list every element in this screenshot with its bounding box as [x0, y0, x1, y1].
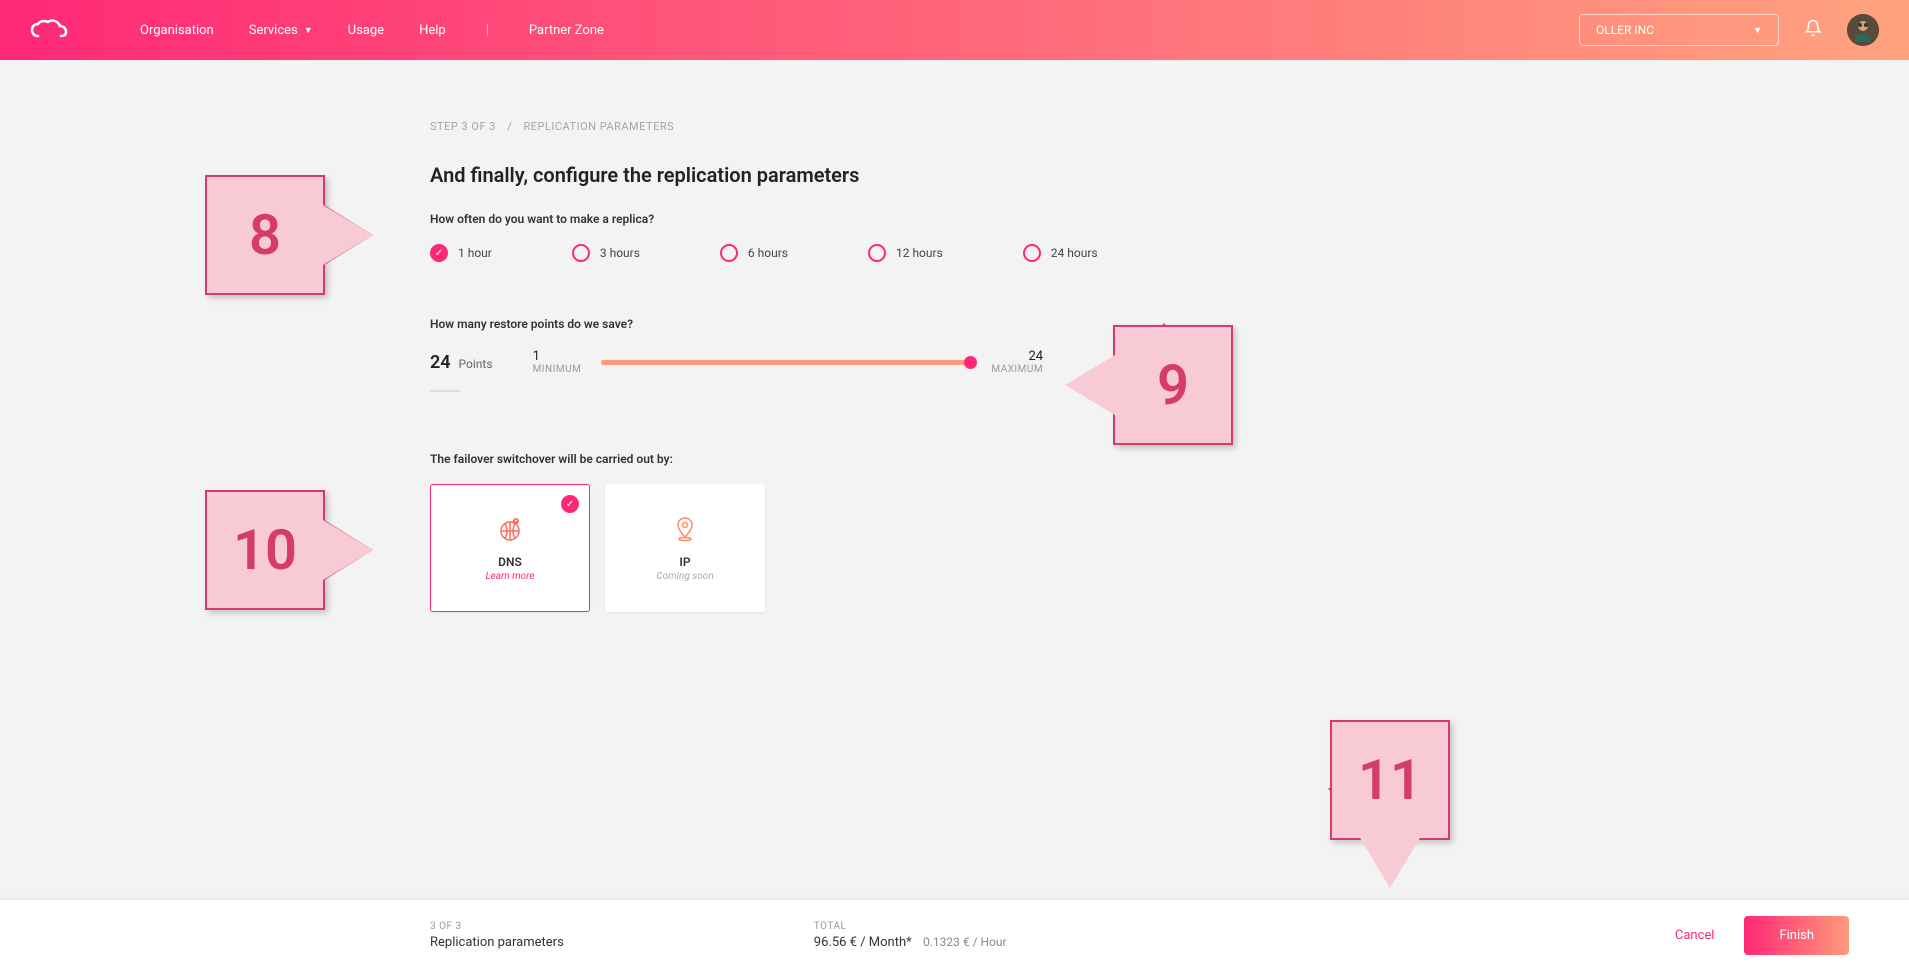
check-icon: ✓ [435, 248, 443, 259]
check-icon: ✓ [566, 499, 574, 510]
slider-min-value: 1 [533, 349, 582, 364]
card-title: IP [679, 555, 690, 569]
breadcrumb-separator: / [507, 120, 512, 133]
slider-value: 24 [430, 352, 451, 373]
step-name: Replication parameters [430, 935, 564, 950]
total-price: 96.56 € / Month* 0.1323 € / Hour [814, 935, 1007, 950]
org-name: OLLER INC [1596, 23, 1654, 37]
radio-icon-checked: ✓ [430, 244, 448, 262]
radio-1hour[interactable]: ✓ 1 hour [430, 244, 492, 262]
logo[interactable] [30, 15, 80, 45]
bell-icon[interactable] [1804, 19, 1822, 41]
page-title: And finally, configure the replication p… [430, 163, 1909, 187]
slider-value-block: 24 Points [430, 352, 513, 373]
card-title: DNS [498, 555, 522, 569]
pin-icon [671, 515, 699, 547]
chevron-down-icon: ▼ [1753, 25, 1762, 36]
radio-label: 1 hour [458, 246, 492, 260]
radio-icon [720, 244, 738, 262]
arrow-right-icon [323, 205, 373, 265]
avatar[interactable] [1847, 14, 1879, 46]
breadcrumb-step: STEP 3 OF 3 [430, 120, 496, 133]
radio-12hours[interactable]: 12 hours [868, 244, 943, 262]
failover-card-dns[interactable]: ✓ DNS Learn more [430, 484, 590, 612]
radio-icon [572, 244, 590, 262]
breadcrumb: STEP 3 OF 3 / REPLICATION PARAMETERS [430, 120, 1909, 133]
slider-track[interactable] [601, 360, 971, 365]
nav-divider: | [486, 23, 489, 38]
radio-label: 6 hours [748, 246, 788, 260]
radio-24hours[interactable]: 24 hours [1023, 244, 1098, 262]
main-content: STEP 3 OF 3 / REPLICATION PARAMETERS And… [0, 60, 1909, 712]
failover-card-ip[interactable]: IP Coming soon [605, 484, 765, 612]
radio-label: 3 hours [600, 246, 640, 260]
failover-label: The failover switchover will be carried … [430, 452, 1909, 466]
finish-button[interactable]: Finish [1744, 916, 1849, 955]
price-month: 96.56 € / Month* [814, 935, 912, 950]
org-selector[interactable]: OLLER INC ▼ [1579, 14, 1779, 46]
nav-services-label: Services [249, 23, 298, 38]
slider-min-block: 1 MINIMUM [533, 349, 582, 375]
total-info: TOTAL 96.56 € / Month* 0.1323 € / Hour [814, 921, 1007, 950]
step-count: 3 OF 3 [430, 921, 564, 932]
slider-thumb[interactable] [964, 356, 977, 369]
slider-underline [430, 390, 460, 392]
cancel-button[interactable]: Cancel [1675, 928, 1715, 943]
radio-label: 24 hours [1051, 246, 1098, 260]
nav-services[interactable]: Services ▼ [249, 23, 313, 38]
card-subtitle: Coming soon [656, 571, 713, 582]
radio-label: 12 hours [896, 246, 943, 260]
bottom-bar: 3 OF 3 Replication parameters TOTAL 96.5… [0, 900, 1909, 970]
slider-min-label: MINIMUM [533, 364, 582, 375]
callout-box: 9 [1113, 325, 1233, 445]
arrow-down-icon [1360, 838, 1420, 888]
callout-9: 9 [1065, 325, 1233, 445]
card-subtitle[interactable]: Learn more [485, 571, 534, 582]
slider-max-block: 24 MAXIMUM [991, 349, 1043, 375]
breadcrumb-title: REPLICATION PARAMETERS [524, 120, 675, 133]
callout-box: 8 [205, 175, 325, 295]
total-label: TOTAL [814, 921, 1007, 932]
failover-cards: ✓ DNS Learn more IP Coming soon [430, 484, 1909, 612]
top-navbar: Organisation Services ▼ Usage Help | Part… [0, 0, 1909, 60]
callout-box: 11 [1330, 720, 1450, 840]
slider-unit: Points [459, 357, 493, 371]
radio-icon [868, 244, 886, 262]
chevron-down-icon: ▼ [304, 25, 313, 36]
callout-8: 8 [205, 175, 373, 295]
nav-partner-zone[interactable]: Partner Zone [529, 23, 604, 38]
callout-11: 11 [1330, 720, 1450, 888]
nav-help[interactable]: Help [419, 23, 446, 38]
selected-badge: ✓ [561, 495, 579, 513]
step-info: 3 OF 3 Replication parameters [430, 921, 564, 950]
replica-freq-options: ✓ 1 hour 3 hours 6 hours 12 hours 24 hou… [430, 244, 1909, 262]
slider-max-value: 24 [991, 349, 1043, 364]
topbar-right: OLLER INC ▼ [1579, 14, 1879, 46]
radio-3hours[interactable]: 3 hours [572, 244, 640, 262]
bottom-actions: Cancel Finish [1675, 916, 1849, 955]
nav-links: Organisation Services ▼ Usage Help | Part… [140, 23, 604, 38]
arrow-right-icon [323, 520, 373, 580]
price-hour: 0.1323 € / Hour [923, 935, 1007, 949]
globe-pin-icon [496, 515, 524, 547]
radio-6hours[interactable]: 6 hours [720, 244, 788, 262]
callout-10: 10 [205, 490, 373, 610]
replica-freq-label: How often do you want to make a replica? [430, 212, 1909, 226]
slider-max-label: MAXIMUM [991, 364, 1043, 375]
callout-box: 10 [205, 490, 325, 610]
nav-organisation[interactable]: Organisation [140, 23, 214, 38]
nav-usage[interactable]: Usage [348, 23, 384, 38]
radio-icon [1023, 244, 1041, 262]
arrow-left-icon [1065, 355, 1115, 415]
